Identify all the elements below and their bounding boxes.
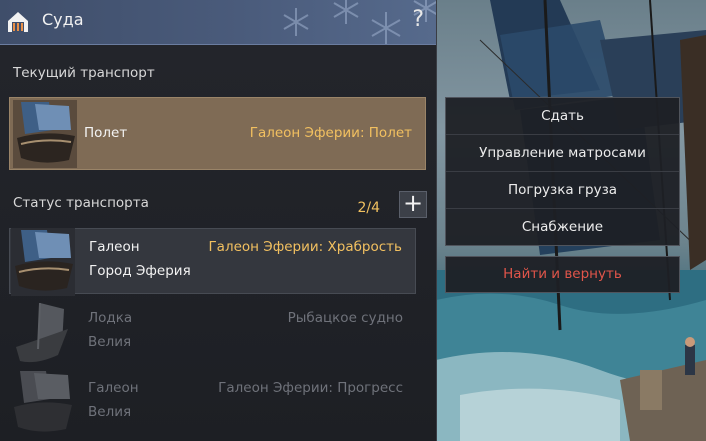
vessel-count: 2/4	[357, 200, 380, 216]
current-transport-name: Галеон Эферии: Полет	[249, 125, 412, 141]
galleon-thumbnail-icon	[14, 371, 72, 432]
return-vessel-menu-item[interactable]: Сдать	[446, 98, 679, 135]
supply-menu-item[interactable]: Снабжение	[446, 209, 679, 246]
vessel-name: Рыбацкое судно	[287, 310, 403, 326]
vessel-location: Велия	[88, 404, 132, 420]
vessel-location: Город Эферия	[89, 263, 191, 279]
vessel-action-menu: Сдать Управление матросами Погрузка груз…	[445, 97, 680, 246]
vessel-row[interactable]: Лодка Велия Рыбацкое судно	[9, 300, 416, 366]
current-transport-type: Полет	[84, 125, 128, 141]
galleon-thumbnail-icon	[13, 100, 77, 168]
title-bar[interactable]: Суда ?	[0, 0, 436, 45]
manage-sailors-menu-item[interactable]: Управление матросами	[446, 135, 679, 172]
vessel-type: Лодка	[88, 310, 133, 326]
vessel-name: Галеон Эферии: Храбрость	[208, 239, 402, 255]
add-vessel-button[interactable]: +	[399, 191, 427, 218]
harbor-icon	[8, 12, 28, 32]
vessel-name: Галеон Эферии: Прогресс	[218, 380, 403, 396]
vessel-type: Галеон	[89, 239, 140, 255]
current-transport-card[interactable]: Полет Галеон Эферии: Полет	[9, 97, 426, 170]
boat-thumbnail-icon	[16, 302, 68, 363]
current-transport-heading: Текущий транспорт	[13, 65, 155, 81]
ships-panel: Суда ? Текущий транспорт Полет Галеон Эф…	[0, 0, 437, 441]
help-button[interactable]: ?	[412, 7, 424, 32]
vessel-location: Велия	[88, 334, 132, 350]
window-title: Суда	[42, 10, 84, 29]
galleon-thumbnail-icon	[11, 228, 75, 296]
transport-status-heading: Статус транспорта	[13, 195, 149, 211]
vessel-row[interactable]: Галеон Велия Галеон Эферии: Прогресс	[9, 370, 416, 436]
vessel-type: Галеон	[88, 380, 139, 396]
load-cargo-menu-item[interactable]: Погрузка груза	[446, 172, 679, 209]
vessel-row[interactable]: Галеон Город Эферия Галеон Эферии: Храбр…	[9, 228, 416, 296]
snowflake-decoration-icon	[283, 0, 436, 44]
find-and-return-button[interactable]: Найти и вернуть	[445, 256, 680, 293]
